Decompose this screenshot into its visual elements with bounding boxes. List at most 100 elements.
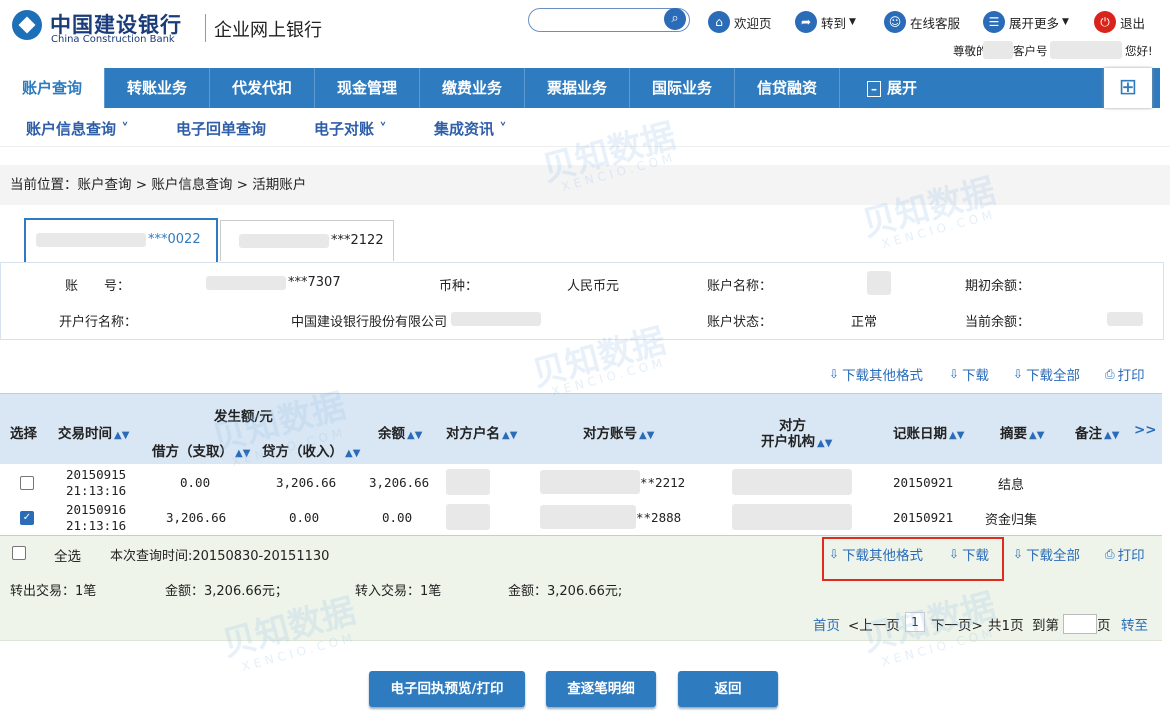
caret-down-icon: ▼ xyxy=(1062,17,1069,27)
welcome-link[interactable]: ⌂ 欢迎页 xyxy=(708,10,772,34)
nav-notes[interactable]: 票据业务 xyxy=(525,68,630,108)
subnav-integrated-info[interactable]: 集成资讯 ˅ xyxy=(434,118,507,139)
col-remark[interactable]: 备注 ▲▼ xyxy=(1075,422,1119,442)
nav-bill-payment[interactable]: 缴费业务 xyxy=(420,68,525,108)
subnav-e-reconciliation[interactable]: 电子对账 ˅ xyxy=(314,118,387,139)
next-page-link[interactable]: 下一页> xyxy=(931,614,983,634)
sort-icon: ▲▼ xyxy=(1104,430,1120,441)
download-icon: ⇩ xyxy=(1013,547,1024,561)
row-summary: 结息 xyxy=(998,478,1025,493)
col-remark-label: 备注 xyxy=(1075,426,1102,442)
bank-name-value: 中国建设银行股份有限公司 xyxy=(291,315,448,330)
col-balance[interactable]: 余额 ▲▼ xyxy=(378,422,422,442)
col-booking-date[interactable]: 记账日期 ▲▼ xyxy=(893,422,964,442)
table-row[interactable]: ✓ 20150916 21:13:16 3,206.66 0.00 0.00 *… xyxy=(0,500,1162,534)
col-counter-bank-label: 开户机构 xyxy=(761,434,815,450)
masked-value xyxy=(867,271,891,295)
preview-print-button[interactable]: 电子回执预览/打印 xyxy=(369,671,525,707)
search-icon[interactable]: ⌕ xyxy=(664,8,686,30)
sort-icon: ▲▼ xyxy=(345,448,361,459)
logout-link[interactable]: ⏻ 退出 xyxy=(1094,10,1145,34)
masked-customer-no xyxy=(1050,41,1122,59)
headset-icon: ☺ xyxy=(884,11,906,33)
row-checkbox[interactable] xyxy=(20,476,34,490)
row-credit: 3,206.66 xyxy=(276,475,337,490)
nav-international[interactable]: 国际业务 xyxy=(630,68,735,108)
print-link[interactable]: ⎙ 打印 xyxy=(1105,364,1145,385)
more-menu[interactable]: ☰ 展开更多 ▼ xyxy=(983,10,1069,34)
subnav-account-info[interactable]: 账户信息查询 ˅ xyxy=(26,118,129,139)
masked-value xyxy=(1107,312,1143,326)
row-counter-account: **2888 xyxy=(636,510,682,525)
select-all-label: 全选 xyxy=(54,549,81,565)
col-counter-name-label: 对方户名 xyxy=(446,426,500,442)
nav-transfer[interactable]: 转账业务 xyxy=(105,68,210,108)
download-other-format-link[interactable]: ⇩ 下载其他格式 xyxy=(829,364,923,384)
col-time[interactable]: 交易时间 ▲▼ xyxy=(58,422,129,442)
col-amount-group: 发生额/元 xyxy=(214,409,273,425)
header: 中国建设银行 China Construction Bank 企业网上银行 ⌕ … xyxy=(0,0,1170,68)
col-booking-date-label: 记账日期 xyxy=(893,426,947,442)
back-button[interactable]: 返回 xyxy=(678,671,778,707)
total-pages: 共1页 xyxy=(988,618,1024,634)
account-info-panel: 账 号： ***7307 币种： 人民币元 账户名称： 期初余额： 开户行名称：… xyxy=(0,262,1164,340)
prev-page-link[interactable]: <上一页 xyxy=(848,614,900,634)
sort-icon: ▲▼ xyxy=(817,438,833,449)
download-all-link[interactable]: ⇩ 下载全部 xyxy=(1013,544,1080,564)
info-row: 开户行名称： 中国建设银行股份有限公司 账户状态： 正常 当前余额： xyxy=(1,301,1163,337)
current-page[interactable]: 1 xyxy=(905,612,925,632)
first-page-link[interactable]: 首页 xyxy=(813,614,840,634)
row-debit: 0.00 xyxy=(180,475,211,490)
subnav-e-receipt[interactable]: 电子回单查询 xyxy=(176,118,266,139)
currency-label: 币种： xyxy=(439,279,479,294)
outgoing-tx-count: 转出交易：1笔 xyxy=(10,584,97,599)
col-counter-bank[interactable]: 开户机构 ▲▼ xyxy=(761,430,832,450)
online-service-link[interactable]: ☺ 在线客服 xyxy=(884,10,960,34)
sort-icon: ▲▼ xyxy=(114,430,130,441)
highlight-box xyxy=(822,537,1004,581)
download-link[interactable]: ⇩ 下载 xyxy=(949,364,989,384)
detail-button[interactable]: 查逐笔明细 xyxy=(546,671,656,707)
col-debit[interactable]: 借方（支取） ▲▼ xyxy=(152,440,250,460)
col-time-label: 交易时间 xyxy=(58,426,112,442)
goto-menu[interactable]: ➦ 转到 ▼ xyxy=(795,10,856,34)
print-link[interactable]: ⎙ 打印 xyxy=(1105,544,1145,565)
tab-account-0022[interactable]: ***0022 xyxy=(24,218,218,262)
more-label: 展开更多 xyxy=(1009,15,1060,31)
nav-payroll[interactable]: 代发代扣 xyxy=(210,68,315,108)
download-icon: ⇩ xyxy=(949,367,960,381)
col-counter-account-label: 对方账号 xyxy=(583,426,637,442)
print-label: 打印 xyxy=(1117,368,1145,384)
download-all-label: 下载全部 xyxy=(1026,548,1081,564)
download-all-link[interactable]: ⇩ 下载全部 xyxy=(1013,364,1080,384)
expand-icon: – xyxy=(866,81,881,97)
app-grid-icon[interactable]: ⊞ xyxy=(1104,68,1152,108)
list-icon: ☰ xyxy=(983,11,1005,33)
more-columns-icon[interactable]: >> xyxy=(1134,422,1157,438)
tab-account-2122[interactable]: ***2122 xyxy=(220,220,394,261)
printer-icon: ⎙ xyxy=(1105,366,1115,381)
goto-button[interactable]: 转至 xyxy=(1121,614,1148,634)
sort-icon: ▲▼ xyxy=(407,430,423,441)
nav-credit[interactable]: 信贷融资 xyxy=(735,68,840,108)
goto-page-input[interactable] xyxy=(1063,614,1097,634)
ccb-logo-icon xyxy=(12,10,42,40)
row-booking-date: 20150921 xyxy=(893,510,954,525)
nav-account-query[interactable]: 账户查询 xyxy=(0,68,105,108)
table-row[interactable]: 20150915 21:13:16 0.00 3,206.66 3,206.66… xyxy=(0,465,1162,499)
logout-label: 退出 xyxy=(1120,15,1146,31)
row-time: 21:13:16 xyxy=(66,518,127,533)
col-summary[interactable]: 摘要 ▲▼ xyxy=(1000,422,1044,442)
col-counter-name[interactable]: 对方户名 ▲▼ xyxy=(446,422,517,442)
col-counter-account[interactable]: 对方账号 ▲▼ xyxy=(583,422,654,442)
print-label: 打印 xyxy=(1117,548,1145,564)
masked-counter-account xyxy=(540,470,640,494)
account-no-label: 账 号： xyxy=(65,279,131,294)
watermark: XENCIO.COM xyxy=(880,207,998,251)
col-credit[interactable]: 贷方（收入） ▲▼ xyxy=(262,440,360,460)
row-checkbox[interactable]: ✓ xyxy=(20,511,34,525)
download-icon: ⇩ xyxy=(1013,367,1024,381)
nav-expand[interactable]: – 展开 xyxy=(840,68,944,108)
nav-cash-management[interactable]: 现金管理 xyxy=(315,68,420,108)
select-all-checkbox[interactable] xyxy=(12,546,26,560)
